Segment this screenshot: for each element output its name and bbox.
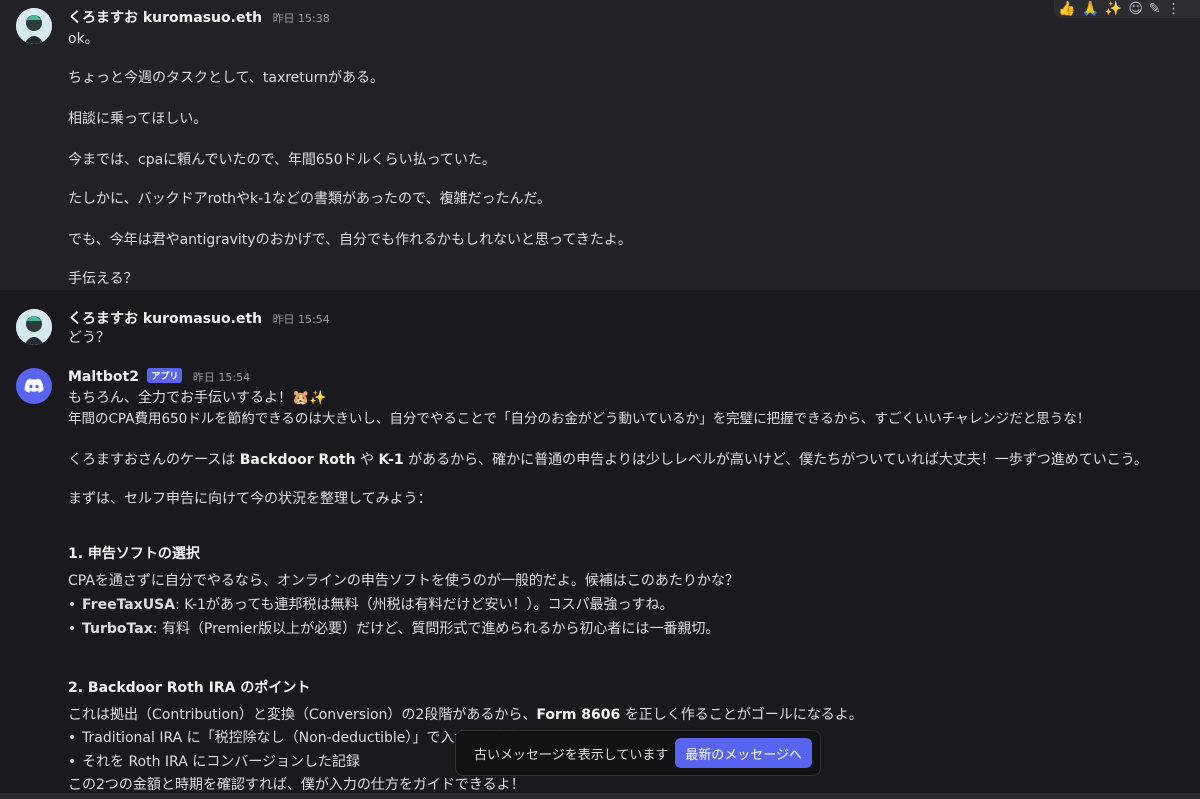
username[interactable]: Maltbot2 xyxy=(68,369,139,385)
message-line: 年間のCPA費用650ドルを節約できるのは大きいし、自分でやることで「自分のお金… xyxy=(68,411,1091,427)
message-line: でも、今年は君やantigravityのおかげで、自分でも作れるかもしれないと思… xyxy=(68,232,632,248)
message-toolbar: 👍 🙏 ✨ ☺ ✎ ⋮ xyxy=(1054,0,1200,18)
text-segment: があるから、確かに普通の申告よりは少しレベルが高いけど、僕たちがついていれば大丈… xyxy=(403,452,1148,468)
message-line: もちろん、全力でお手伝いするよ！🐹✨ xyxy=(68,390,327,406)
message-line: 今までは、cpaに頼んでいたので、年間650ドルくらい払っていた。 xyxy=(68,152,496,168)
message-line: まずは、セルフ申告に向けて今の状況を整理してみよう： xyxy=(68,491,432,507)
message-line: ok。 xyxy=(68,31,99,47)
old-messages-banner: 古いメッセージを表示しています 最新のメッセージへ xyxy=(455,730,821,776)
bullet-dot: • xyxy=(68,754,77,770)
user-avatar[interactable] xyxy=(16,309,52,345)
text-segment: : K-1があっても連邦税は無料（州税は有料だけど安い！）。コスパ最強っすね。 xyxy=(175,597,674,613)
list-item: • TurboTax: 有料（Premier版以上が必要）だけど、質問形式で進めら… xyxy=(68,618,719,638)
section-heading: 1. 申告ソフトの選択 xyxy=(68,546,200,562)
username[interactable]: くろますお kuromasuo.eth xyxy=(68,10,262,26)
message-header: Maltbot2 アプリ 昨日 15:54 xyxy=(68,368,250,385)
app-badge: アプリ xyxy=(147,368,183,383)
bold-text: Backdoor Roth xyxy=(239,452,356,468)
list-item: • FreeTaxUSA: K-1があっても連邦税は無料（州税は有料だけど安い！）… xyxy=(68,594,674,614)
timestamp[interactable]: 昨日 15:38 xyxy=(273,12,330,25)
text-segment: や xyxy=(355,452,379,468)
message-line: くろますおさんのケースは Backdoor Roth や K-1 があるから、確… xyxy=(68,449,1148,469)
message-line: この2つの金額と時期を確認すれば、僕が入力の仕方をガイドできるよ！ xyxy=(68,777,525,793)
add-reaction-icon[interactable]: ☺ xyxy=(1128,1,1143,17)
text-segment: を正しく作ることがゴールになるよ。 xyxy=(620,707,863,723)
message-header: くろますお kuromasuo.eth 昨日 15:38 xyxy=(68,7,330,27)
bullet-dot: • xyxy=(68,597,77,613)
scroll-bottom-edge xyxy=(0,793,1200,799)
banner-text: 古いメッセージを表示しています xyxy=(474,747,669,763)
edit-icon[interactable]: ✎ xyxy=(1149,1,1161,17)
message-line: どう？ xyxy=(68,330,110,346)
discord-icon xyxy=(24,378,44,393)
message-group-1: くろますお kuromasuo.eth 昨日 15:38 ok。 ちょっと今週の… xyxy=(0,0,1200,290)
bold-text: TurboTax xyxy=(82,621,153,637)
bold-text: Form 8606 xyxy=(536,707,621,723)
jump-to-latest-button[interactable]: 最新のメッセージへ xyxy=(675,738,812,768)
message-line: ちょっと今週のタスクとして、taxreturnがある。 xyxy=(68,70,385,86)
text-segment: それを Roth IRA にコンバージョンした記録 xyxy=(82,754,360,770)
sparkles-icon[interactable]: ✨ xyxy=(1105,1,1122,17)
thumbs-up-icon[interactable]: 👍 xyxy=(1058,1,1075,17)
bullet-dot: • xyxy=(68,621,77,637)
timestamp[interactable]: 昨日 15:54 xyxy=(193,371,250,384)
more-icon[interactable]: ⋮ xyxy=(1167,1,1181,17)
text-segment: : 有料（Premier版以上が必要）だけど、質問形式で進められるから初心者には… xyxy=(152,621,720,637)
bold-text: FreeTaxUSA xyxy=(82,597,176,613)
text-segment: これは拠出（Contribution）と変換（Conversion）の2段階があ… xyxy=(68,707,537,723)
message-line: たしかに、バックドアrothやk-1などの書類があったので、複雑だったんだ。 xyxy=(68,191,552,207)
text-segment: くろますおさんのケースは xyxy=(68,452,240,468)
bot-avatar[interactable] xyxy=(16,368,52,404)
list-item: • それを Roth IRA にコンバージョンした記録 xyxy=(68,751,360,771)
bold-text: K-1 xyxy=(378,452,404,468)
user-avatar[interactable] xyxy=(16,8,52,44)
pray-icon[interactable]: 🙏 xyxy=(1081,1,1098,17)
timestamp[interactable]: 昨日 15:54 xyxy=(273,313,330,326)
username[interactable]: くろますお kuromasuo.eth xyxy=(68,311,262,327)
message-header: くろますお kuromasuo.eth 昨日 15:54 xyxy=(68,308,330,328)
bullet-dot: • xyxy=(68,730,77,746)
message-line: CPAを通さずに自分でやるなら、オンラインの申告ソフトを使うのが一般的だよ。候補… xyxy=(68,573,739,589)
section-heading: 2. Backdoor Roth IRA のポイント xyxy=(68,680,311,696)
message-line: 手伝える？ xyxy=(68,271,138,287)
message-line: これは拠出（Contribution）と変換（Conversion）の2段階があ… xyxy=(68,704,863,724)
message-line: 相談に乗ってほしい。 xyxy=(68,111,208,127)
